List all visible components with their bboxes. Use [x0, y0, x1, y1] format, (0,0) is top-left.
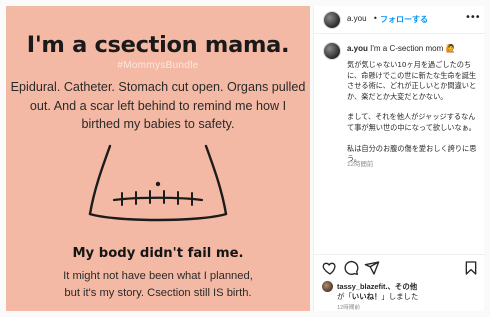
likes-others[interactable]: 、その他 [388, 282, 418, 291]
follow-button[interactable]: フォローする [380, 14, 428, 25]
liker-username[interactable]: tassy_blazefit. [337, 282, 388, 291]
caption-avatar[interactable] [323, 42, 341, 60]
likes-line-2: が「いいね！」しました [337, 291, 418, 302]
post-image-footer-line2: but it's my story. Csection still IS bir… [64, 286, 252, 299]
action-bar [314, 254, 485, 278]
caption-timestamp: 12時間前 [347, 161, 374, 168]
post-image-hashtag: #MommysBundle [117, 60, 199, 71]
post-image-footer-line1: It might not have been what I planned, [63, 270, 253, 282]
caption-headline-text: I'm a C-section mom [370, 44, 444, 53]
header-separator: • [373, 14, 378, 23]
author-avatar[interactable] [323, 11, 341, 29]
likes-timestamp: 12時間前 [337, 305, 361, 311]
caption-username[interactable]: a.you [347, 44, 368, 53]
likes-link[interactable]: いいね！ [352, 292, 382, 301]
post-image-title: I'm a csection mama. [26, 32, 290, 58]
post-image: I'm a csection mama. #MommysBundle Epidu… [6, 6, 310, 311]
heart-icon[interactable] [322, 260, 338, 276]
caption-paragraph: まして、それを他人がジャッジするなんて事が無い世の中になって欲しいなぁ。 [347, 112, 476, 132]
comment-icon[interactable] [343, 260, 359, 276]
post-header: a.you • フォローする ••• [314, 6, 485, 34]
caption-paragraph: 気が気じゃない10ヶ月を過ごしたのちに、命懸けでこの世に新たな生命を誕生させる術… [347, 60, 477, 101]
more-horizontal-icon[interactable]: ••• [465, 12, 481, 23]
caption-body: 気が気じゃない10ヶ月を過ごしたのちに、命懸けでこの世に新たな生命を誕生させる術… [347, 60, 479, 175]
post-side-panel: a.you • フォローする ••• a.you I'm a C-section… [313, 6, 485, 311]
likes-section: tassy_blazefit.、その他 が「いいね！」しました 12時間前 [314, 278, 485, 311]
author-username[interactable]: a.you [347, 14, 367, 23]
post-image-footer: It might not have been what I planned, b… [6, 268, 310, 301]
likes-prefix: が「 [337, 292, 352, 301]
bookmark-icon[interactable] [463, 260, 479, 276]
post-image-paragraph: Epidural. Catheter. Stomach cut open. Or… [10, 80, 306, 131]
post-image-bold-line: My body didn't fail me. [72, 246, 244, 261]
raising-hand-emoji: 🙋 [445, 44, 456, 53]
instagram-post-embed: I'm a csection mama. #MommysBundle Epidu… [0, 0, 490, 317]
liker-avatar[interactable] [322, 281, 333, 292]
caption-headline: a.you I'm a C-section mom 🙋 [347, 44, 481, 53]
share-icon[interactable] [364, 260, 380, 276]
likes-suffix: 」しました [381, 292, 419, 301]
belly-scar-illustration [88, 144, 228, 222]
